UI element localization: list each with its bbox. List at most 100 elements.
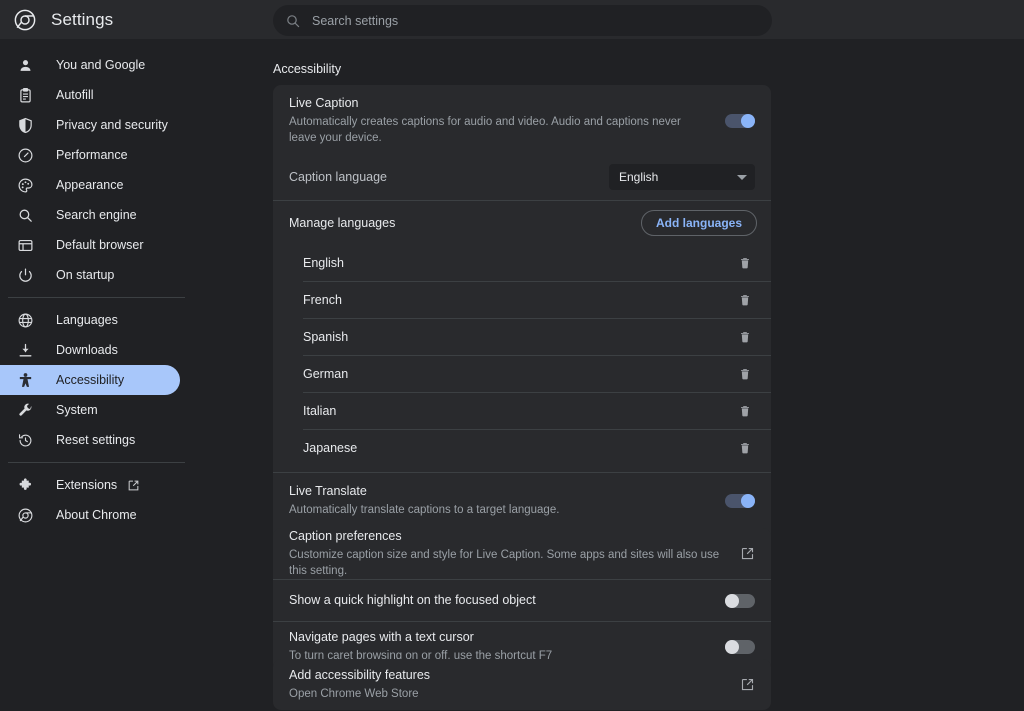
caret-browsing-title: Navigate pages with a text cursor xyxy=(289,630,474,644)
sidebar: You and Google Autofill Privacy and secu… xyxy=(0,40,213,711)
sidebar-item-reset-settings[interactable]: Reset settings xyxy=(0,425,180,455)
power-icon xyxy=(16,266,34,284)
sidebar-item-label: About Chrome xyxy=(56,508,137,522)
list-item[interactable]: Spanish xyxy=(303,319,771,355)
list-item[interactable]: Italian xyxy=(303,393,771,429)
toggle-knob xyxy=(725,593,739,608)
list-item[interactable]: Japanese xyxy=(303,430,771,466)
trash-icon[interactable] xyxy=(735,290,755,310)
wrench-icon xyxy=(16,401,34,419)
trash-icon[interactable] xyxy=(735,253,755,273)
toggle-knob xyxy=(725,639,739,654)
sidebar-divider xyxy=(8,297,185,298)
quick-highlight-row: Show a quick highlight on the focused ob… xyxy=(273,580,771,621)
shield-icon xyxy=(16,116,34,134)
sidebar-item-accessibility[interactable]: Accessibility xyxy=(0,365,180,395)
list-item[interactable]: English xyxy=(303,245,771,281)
quick-highlight-title: Show a quick highlight on the focused ob… xyxy=(289,593,536,607)
list-item[interactable]: German xyxy=(303,356,771,392)
language-name: Japanese xyxy=(303,441,358,455)
sidebar-item-label: Search engine xyxy=(56,208,137,222)
sidebar-item-label: Autofill xyxy=(56,88,94,102)
chevron-down-icon xyxy=(737,174,747,180)
quick-highlight-toggle[interactable] xyxy=(725,593,755,608)
sidebar-item-label: Accessibility xyxy=(56,373,125,387)
caption-preferences-row[interactable]: Caption preferences Customize caption si… xyxy=(273,528,771,579)
caption-preferences-text: Caption preferences Customize caption si… xyxy=(289,528,740,579)
sidebar-item-label: Reset settings xyxy=(56,433,136,447)
live-caption-text: Live Caption Automatically creates capti… xyxy=(289,95,725,146)
live-caption-row: Live Caption Automatically creates capti… xyxy=(273,85,771,154)
accessibility-options-card: Caption preferences Customize caption si… xyxy=(273,528,771,671)
add-features-text: Add accessibility features Open Chrome W… xyxy=(289,667,740,702)
sidebar-item-label: Downloads xyxy=(56,343,118,357)
caption-language-select[interactable]: English xyxy=(609,164,755,190)
caption-preferences-title: Caption preferences xyxy=(289,529,402,543)
language-name: Italian xyxy=(303,404,337,418)
live-caption-card: Live Caption Automatically creates capti… xyxy=(273,85,771,572)
sidebar-item-label: Default browser xyxy=(56,238,144,252)
sidebar-item-autofill[interactable]: Autofill xyxy=(0,80,180,110)
sidebar-item-extensions[interactable]: Extensions xyxy=(0,470,180,500)
trash-icon[interactable] xyxy=(735,438,755,458)
sidebar-item-downloads[interactable]: Downloads xyxy=(0,335,180,365)
sidebar-item-system[interactable]: System xyxy=(0,395,180,425)
puzzle-icon xyxy=(16,476,34,494)
download-icon xyxy=(16,341,34,359)
sidebar-group-main: You and Google Autofill Privacy and secu… xyxy=(0,50,213,290)
language-name: French xyxy=(303,293,342,307)
trash-icon[interactable] xyxy=(735,364,755,384)
sidebar-item-default-browser[interactable]: Default browser xyxy=(0,230,180,260)
sidebar-item-languages[interactable]: Languages xyxy=(0,305,180,335)
live-translate-subtitle: Automatically translate captions to a ta… xyxy=(289,504,560,516)
caption-language-row: Caption language English xyxy=(273,154,771,200)
add-features-row[interactable]: Add accessibility features Open Chrome W… xyxy=(273,659,771,710)
live-caption-toggle[interactable] xyxy=(725,113,755,128)
live-translate-toggle[interactable] xyxy=(725,493,755,508)
external-link-icon xyxy=(127,479,140,492)
external-link-icon[interactable] xyxy=(740,546,755,561)
browser-window-icon xyxy=(16,236,34,254)
quick-highlight-text: Show a quick highlight on the focused ob… xyxy=(289,592,725,609)
page-title: Accessibility xyxy=(273,62,342,76)
sidebar-item-privacy-and-security[interactable]: Privacy and security xyxy=(0,110,180,140)
list-item[interactable]: French xyxy=(303,282,771,318)
trash-icon[interactable] xyxy=(735,327,755,347)
live-caption-subtitle: Automatically creates captions for audio… xyxy=(289,116,681,144)
live-translate-text: Live Translate Automatically translate c… xyxy=(289,483,725,518)
sidebar-item-you-and-google[interactable]: You and Google xyxy=(0,50,180,80)
live-translate-title: Live Translate xyxy=(289,484,367,498)
sidebar-group-advanced: Languages Downloads Accessibility System… xyxy=(0,305,213,455)
sidebar-item-label: Performance xyxy=(56,148,128,162)
sidebar-item-appearance[interactable]: Appearance xyxy=(0,170,180,200)
sidebar-group-footer: Extensions About Chrome xyxy=(0,470,213,530)
caret-browsing-toggle[interactable] xyxy=(725,639,755,654)
sidebar-item-label: Privacy and security xyxy=(56,118,168,132)
manage-languages-header: Manage languages Add languages xyxy=(273,201,771,245)
sidebar-item-on-startup[interactable]: On startup xyxy=(0,260,180,290)
sidebar-item-label: Appearance xyxy=(56,178,124,192)
sidebar-item-performance[interactable]: Performance xyxy=(0,140,180,170)
clipboard-icon xyxy=(16,86,34,104)
add-features-title: Add accessibility features xyxy=(289,668,431,682)
search-icon xyxy=(285,13,301,29)
external-link-icon[interactable] xyxy=(740,677,755,692)
language-name: German xyxy=(303,367,349,381)
search-box[interactable] xyxy=(273,5,772,36)
live-translate-row: Live Translate Automatically translate c… xyxy=(273,473,771,524)
add-languages-button[interactable]: Add languages xyxy=(640,210,757,236)
restore-clock-icon xyxy=(16,431,34,449)
sidebar-item-about-chrome[interactable]: About Chrome xyxy=(0,500,180,530)
toggle-knob xyxy=(741,493,755,508)
sidebar-item-search-engine[interactable]: Search engine xyxy=(0,200,180,230)
accessibility-person-icon xyxy=(16,371,34,389)
sidebar-item-label: System xyxy=(56,403,98,417)
add-features-subtitle: Open Chrome Web Store xyxy=(289,688,419,700)
languages-list: English French Spanish German Italian Ja… xyxy=(273,245,771,466)
caption-language-value: English xyxy=(619,170,659,184)
trash-icon[interactable] xyxy=(735,401,755,421)
person-icon xyxy=(16,56,34,74)
caption-preferences-subtitle: Customize caption size and style for Liv… xyxy=(289,549,720,577)
chrome-logo-icon xyxy=(16,506,34,524)
search-input[interactable] xyxy=(312,13,772,28)
